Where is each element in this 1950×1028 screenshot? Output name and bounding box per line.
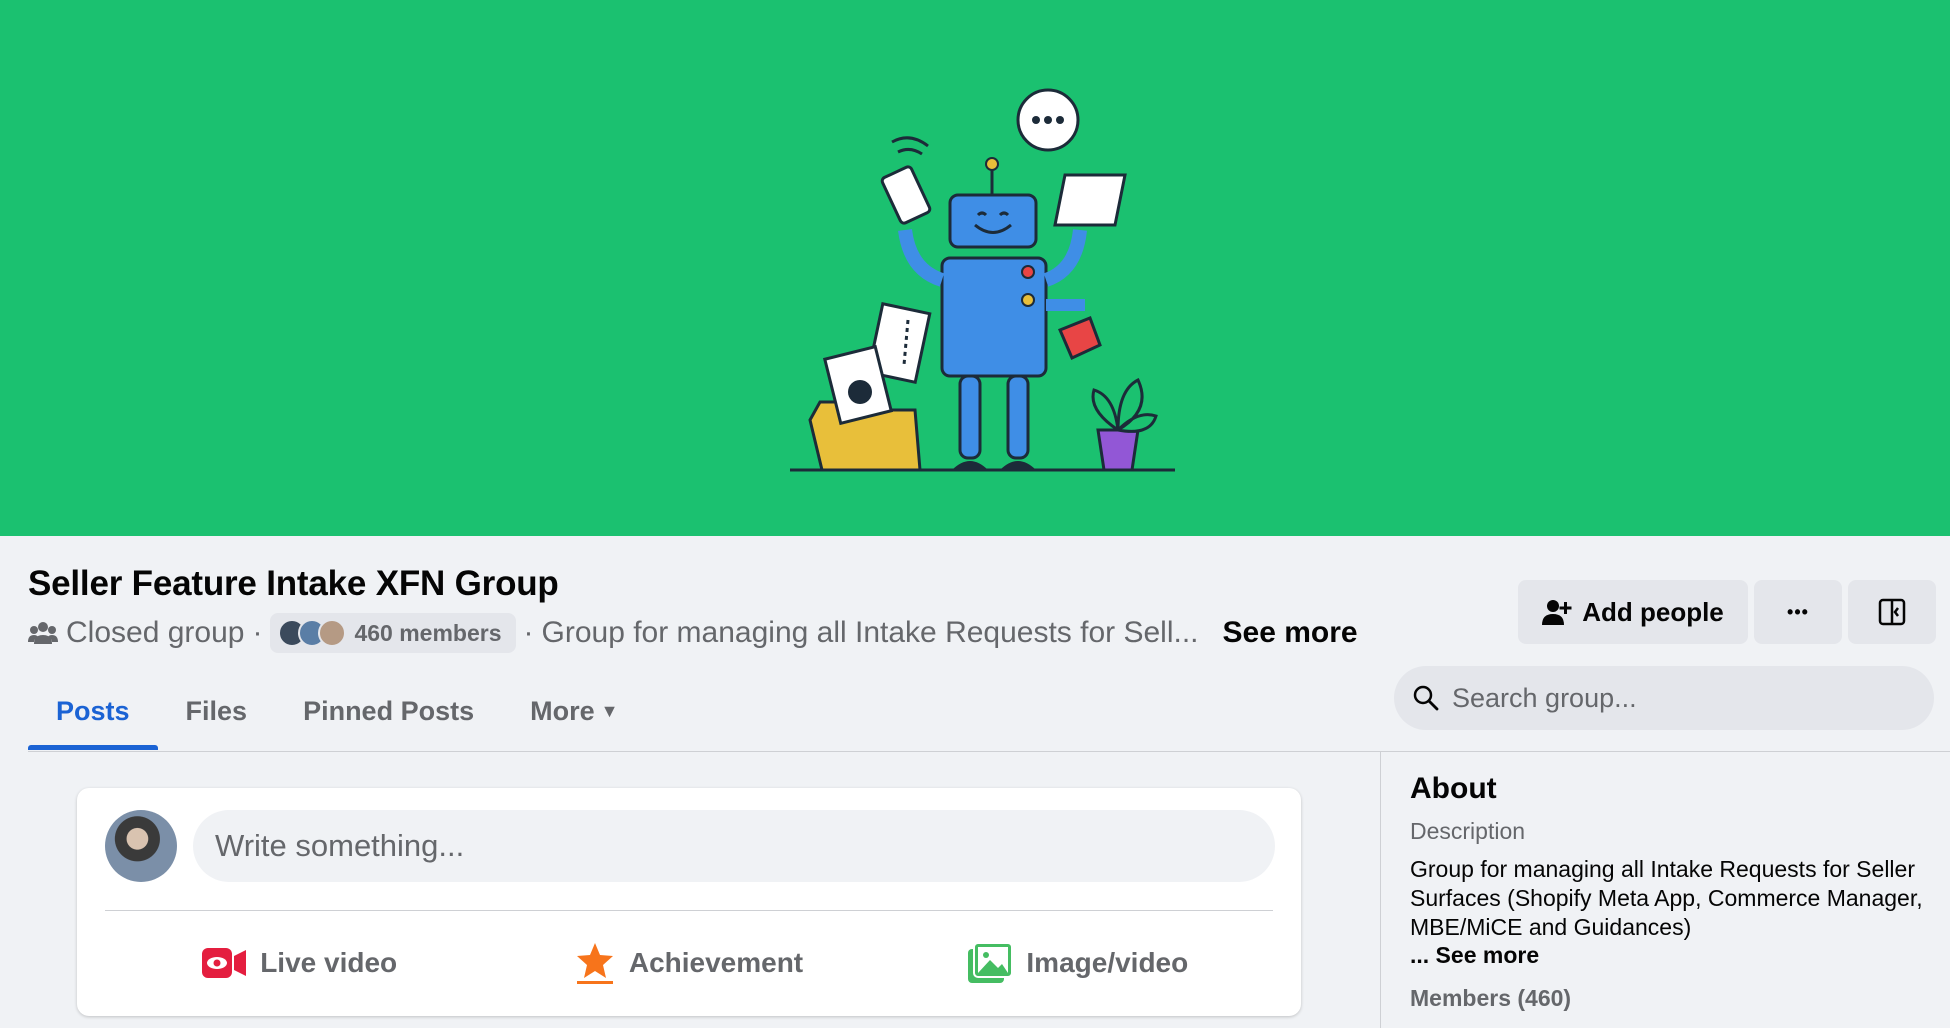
live-video-icon: [202, 948, 247, 978]
tab-label: Posts: [56, 695, 130, 726]
group-description-preview: Group for managing all Intake Requests f…: [541, 616, 1199, 649]
separator-dot: ·: [523, 616, 534, 649]
panel-icon: [1878, 598, 1906, 626]
tabs-divider: [28, 751, 1950, 752]
ellipsis-icon: •••: [1787, 601, 1809, 622]
tab-label: Files: [185, 695, 248, 726]
robot-illustration: [790, 88, 1175, 472]
about-members[interactable]: Members (460): [1410, 985, 1930, 1012]
toggle-sidebar-button[interactable]: [1848, 580, 1936, 644]
live-video-label: Live video: [260, 947, 398, 978]
post-composer: Write something... Live video Achievemen…: [77, 788, 1301, 1016]
search-group[interactable]: [1394, 666, 1934, 730]
about-see-more-link[interactable]: ... See more: [1410, 942, 1930, 969]
column-divider: [1380, 752, 1381, 1028]
separator-dot: ·: [252, 616, 263, 649]
about-description: Group for managing all Intake Requests f…: [1410, 856, 1923, 940]
tab-posts[interactable]: Posts: [28, 672, 158, 750]
tab-label: Pinned Posts: [303, 695, 475, 726]
about-heading: About: [1410, 772, 1497, 805]
image-video-label: Image/video: [1026, 947, 1189, 978]
about-panel: About Description Group for managing all…: [1410, 772, 1930, 1012]
add-people-label: Add people: [1582, 596, 1724, 627]
tab-label: More: [530, 695, 595, 726]
members-count: 460 members: [354, 619, 502, 646]
group-title[interactable]: Seller Feature Intake XFN Group: [28, 564, 559, 604]
group-icon: [28, 622, 58, 644]
live-video-button[interactable]: Live video: [105, 922, 494, 1004]
write-something-input[interactable]: Write something...: [193, 810, 1275, 882]
composer-divider: [105, 910, 1273, 911]
tab-more[interactable]: More ▼: [502, 672, 646, 750]
see-more-link[interactable]: See more: [1223, 616, 1358, 650]
members-pill[interactable]: 460 members: [270, 613, 516, 653]
search-icon: [1413, 685, 1439, 711]
search-input[interactable]: [1452, 682, 1892, 714]
achievement-label: Achievement: [628, 947, 804, 978]
privacy-label: Closed group: [66, 616, 245, 649]
caret-down-icon: ▼: [600, 700, 619, 721]
more-options-button[interactable]: •••: [1754, 580, 1842, 644]
achievement-button[interactable]: Achievement: [494, 922, 883, 1004]
image-video-button[interactable]: Image/video: [884, 922, 1273, 1004]
group-meta: Closed group · 460 members · Group for m…: [28, 612, 1358, 654]
description-label: Description: [1410, 818, 1526, 844]
user-avatar[interactable]: [105, 810, 177, 882]
achievement-star-icon: [576, 943, 613, 984]
member-avatars: [278, 619, 347, 647]
group-tabs: Posts Files Pinned Posts More ▼: [28, 672, 646, 750]
tab-pinned-posts[interactable]: Pinned Posts: [275, 672, 502, 750]
add-person-icon: [1542, 600, 1572, 625]
add-people-button[interactable]: Add people: [1518, 580, 1748, 644]
group-cover-photo[interactable]: [0, 0, 1950, 536]
photo-icon: [968, 943, 1013, 983]
tab-files[interactable]: Files: [158, 672, 276, 750]
avatar: [318, 619, 347, 647]
composer-actions: Live video Achievement Image/video: [105, 922, 1273, 1004]
